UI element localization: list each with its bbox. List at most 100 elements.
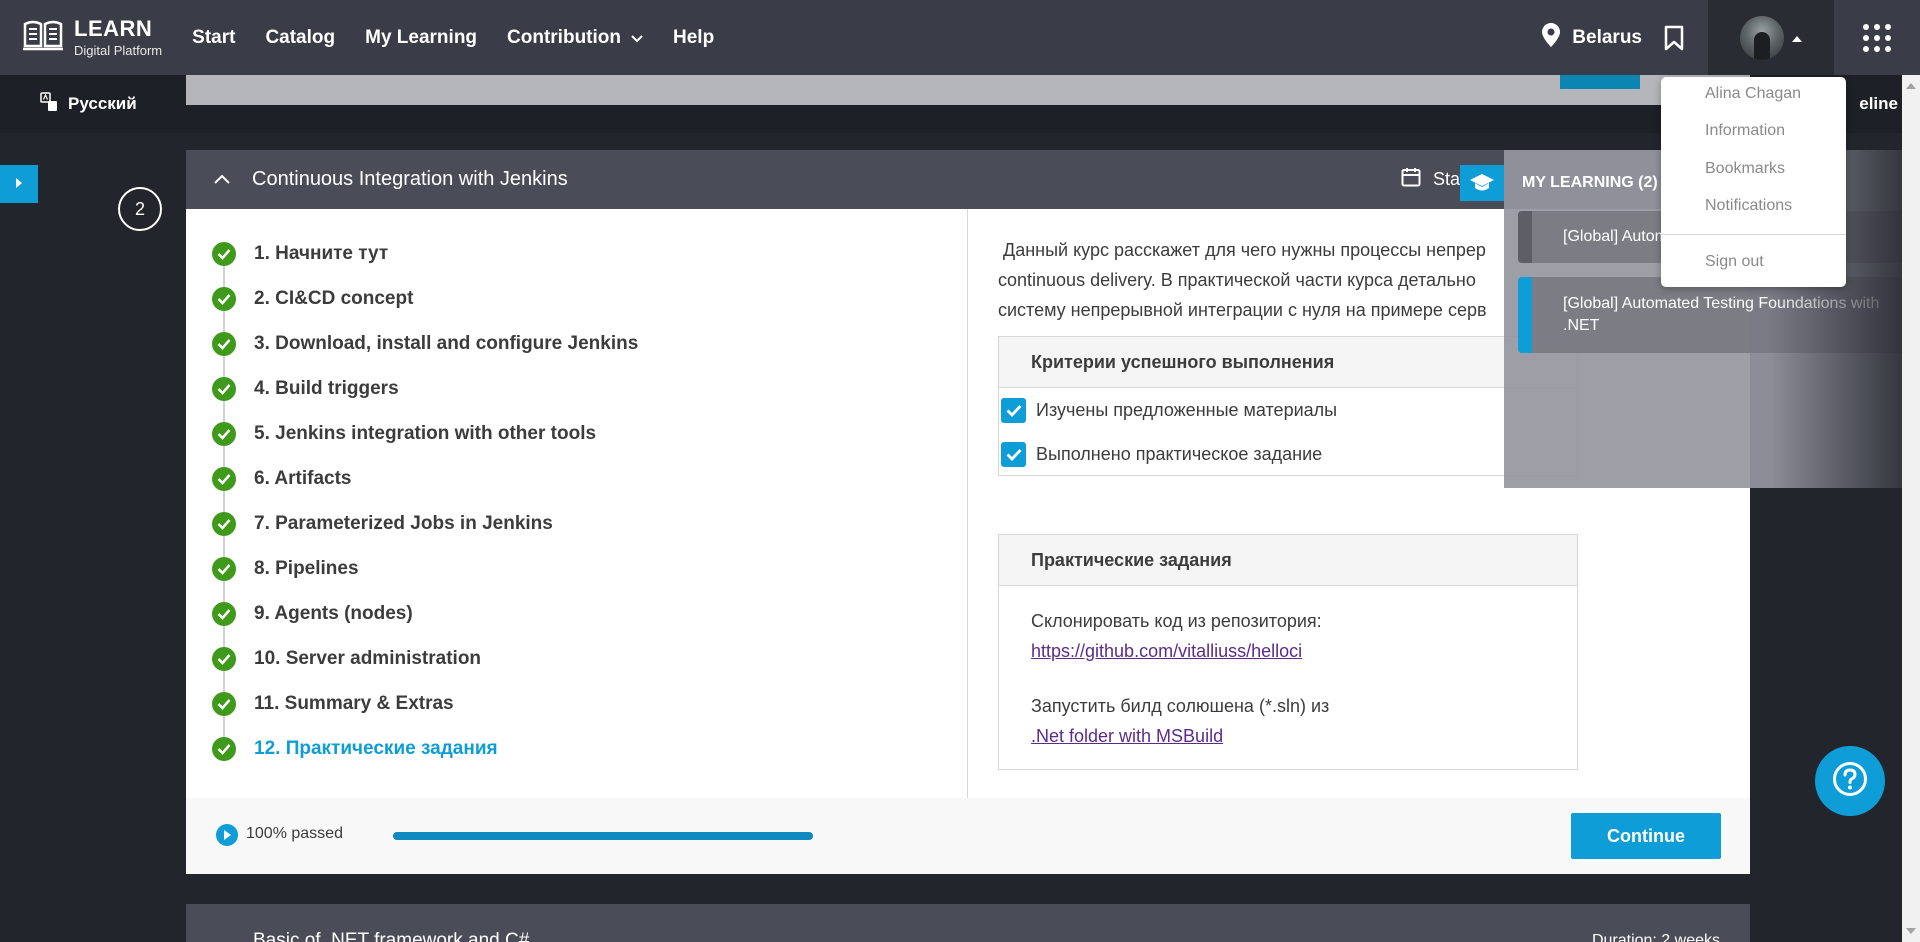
user-dropdown-menu: Alina Chagan Information Bookmarks Notif… (1661, 77, 1846, 287)
course-footer: 100% passed Continue (186, 798, 1750, 874)
scroll-down-arrow-icon[interactable] (1906, 928, 1916, 934)
check-circle-icon (212, 466, 236, 491)
nav-contribution-label: Contribution (507, 26, 621, 48)
next-course-duration: Duration: 2 weeks (1591, 932, 1720, 942)
lesson-label: 1. Начните тут (254, 242, 389, 264)
my-learning-title: MY LEARNING (2) (1522, 174, 1658, 191)
nav-start[interactable]: Start (192, 27, 235, 49)
menu-item-bookmarks[interactable]: Bookmarks (1705, 160, 1785, 178)
location-selector[interactable]: Belarus (1542, 22, 1642, 53)
graduation-cap-icon[interactable] (1460, 165, 1504, 201)
avatar (1740, 15, 1784, 60)
check-circle-icon (212, 691, 236, 716)
practical-tasks-box: Практические задания Склонировать код из… (998, 534, 1578, 770)
lesson-label: 4. Build triggers (254, 377, 399, 399)
lesson-label: 7. Parameterized Jobs in Jenkins (254, 512, 553, 534)
chevron-right-icon (15, 175, 23, 193)
book-icon (22, 18, 64, 57)
lesson-item[interactable]: 10. Server administration (212, 636, 638, 681)
check-circle-icon (212, 286, 236, 311)
continue-button[interactable]: Continue (1571, 813, 1721, 859)
top-navigation: LEARN Digital Platform Start Catalog My … (0, 0, 1920, 75)
apps-grid-icon[interactable] (1834, 0, 1920, 75)
brand-title: LEARN (74, 16, 153, 41)
progress-bar-fill (393, 832, 813, 840)
caret-up-icon (1792, 29, 1802, 47)
lesson-label: 6. Artifacts (254, 467, 352, 489)
menu-item-sign-out[interactable]: Sign out (1705, 253, 1764, 271)
lesson-item[interactable]: 2. CI&CD concept (212, 276, 638, 321)
nav-catalog[interactable]: Catalog (265, 27, 335, 49)
check-circle-icon (212, 331, 236, 356)
lesson-item[interactable]: 9. Agents (nodes) (212, 591, 638, 636)
item-status-bar (1518, 211, 1532, 263)
lesson-label: 3. Download, install and configure Jenki… (254, 332, 639, 354)
help-button[interactable] (1815, 746, 1885, 816)
next-course-header[interactable]: Basic of .NET framework and C# Duration:… (186, 904, 1750, 942)
lesson-label: 5. Jenkins integration with other tools (254, 422, 597, 444)
previous-continue-button[interactable] (1560, 75, 1640, 89)
msbuild-folder-link[interactable]: .Net folder with MSBuild (1031, 726, 1223, 746)
progress-bar (393, 832, 813, 840)
scroll-up-arrow-icon[interactable] (1906, 83, 1916, 89)
menu-divider (1661, 234, 1846, 235)
checkbox-checked-icon (1001, 397, 1026, 423)
progress-label: 100% passed (246, 825, 343, 842)
check-circle-icon (212, 511, 236, 536)
user-menu-toggle[interactable] (1708, 0, 1834, 75)
lesson-label: 9. Agents (nodes) (254, 602, 413, 624)
check-circle-icon (212, 241, 236, 266)
lesson-item[interactable]: 11. Summary & Extras (212, 681, 638, 726)
nav-my-learning[interactable]: My Learning (365, 27, 477, 49)
nav-contribution[interactable]: Contribution (507, 27, 643, 49)
lesson-item[interactable]: 6. Artifacts (212, 456, 638, 501)
question-circle-icon (1832, 761, 1868, 802)
lesson-item[interactable]: 8. Pipelines (212, 546, 638, 591)
check-circle-icon (212, 421, 236, 446)
repository-link[interactable]: https://github.com/vitalliuss/helloci (1031, 641, 1302, 661)
check-circle-icon (212, 646, 236, 671)
language-switcher[interactable]: Русский (40, 75, 137, 133)
lesson-label: 8. Pipelines (254, 557, 359, 579)
tasks-heading: Практические задания (999, 535, 1577, 586)
language-label: Русский (68, 94, 137, 113)
check-circle-icon (212, 601, 236, 626)
criteria-item: Изучены предложенные материалы (999, 388, 1577, 432)
check-circle-icon (212, 556, 236, 581)
criteria-item-label: Изучены предложенные материалы (1036, 399, 1338, 420)
location-pin-icon (1542, 22, 1572, 53)
nav-help[interactable]: Help (673, 27, 714, 49)
lesson-label: 12. Практические задания (254, 737, 498, 759)
logo[interactable]: LEARN Digital Platform (22, 18, 162, 57)
lesson-item[interactable]: 7. Parameterized Jobs in Jenkins (212, 501, 638, 546)
menu-item-information[interactable]: Information (1705, 122, 1785, 140)
checkbox-checked-icon (1001, 441, 1026, 467)
bookmark-icon[interactable] (1664, 25, 1684, 51)
menu-item-notifications[interactable]: Notifications (1705, 197, 1792, 215)
lesson-item[interactable]: 4. Build triggers (212, 366, 638, 411)
column-divider (967, 209, 968, 798)
calendar-icon (1401, 167, 1433, 192)
lesson-label: 2. CI&CD concept (254, 287, 414, 309)
task-text: Запустить билд солюшена (*.sln) из (1031, 696, 1330, 716)
lesson-list: 1. Начните тут 2. CI&CD concept 3. Downl… (212, 231, 638, 771)
lesson-item[interactable]: 5. Jenkins integration with other tools (212, 411, 638, 456)
scrollbar[interactable] (1902, 75, 1920, 942)
item-status-bar (1518, 277, 1532, 353)
sidebar-toggle[interactable] (0, 165, 38, 203)
lesson-item-active[interactable]: 12. Практические задания (212, 726, 638, 771)
lesson-item[interactable]: 1. Начните тут (212, 231, 638, 276)
success-criteria-box: Критерии успешного выполнения Изучены пр… (998, 336, 1578, 476)
lesson-item[interactable]: 3. Download, install and configure Jenki… (212, 321, 638, 366)
lesson-connector-line (223, 255, 225, 751)
lesson-label: 11. Summary & Extras (254, 692, 454, 714)
check-circle-icon (212, 736, 236, 761)
next-course-title: Basic of .NET framework and C# (253, 930, 530, 942)
check-circle-icon (212, 376, 236, 401)
chevron-up-icon[interactable] (214, 171, 230, 189)
user-name[interactable]: Alina Chagan (1705, 85, 1801, 103)
chevron-down-icon (631, 27, 643, 49)
pipeline-label[interactable]: eline (1859, 75, 1898, 133)
location-label: Belarus (1572, 26, 1642, 48)
play-circle-icon (216, 824, 238, 846)
